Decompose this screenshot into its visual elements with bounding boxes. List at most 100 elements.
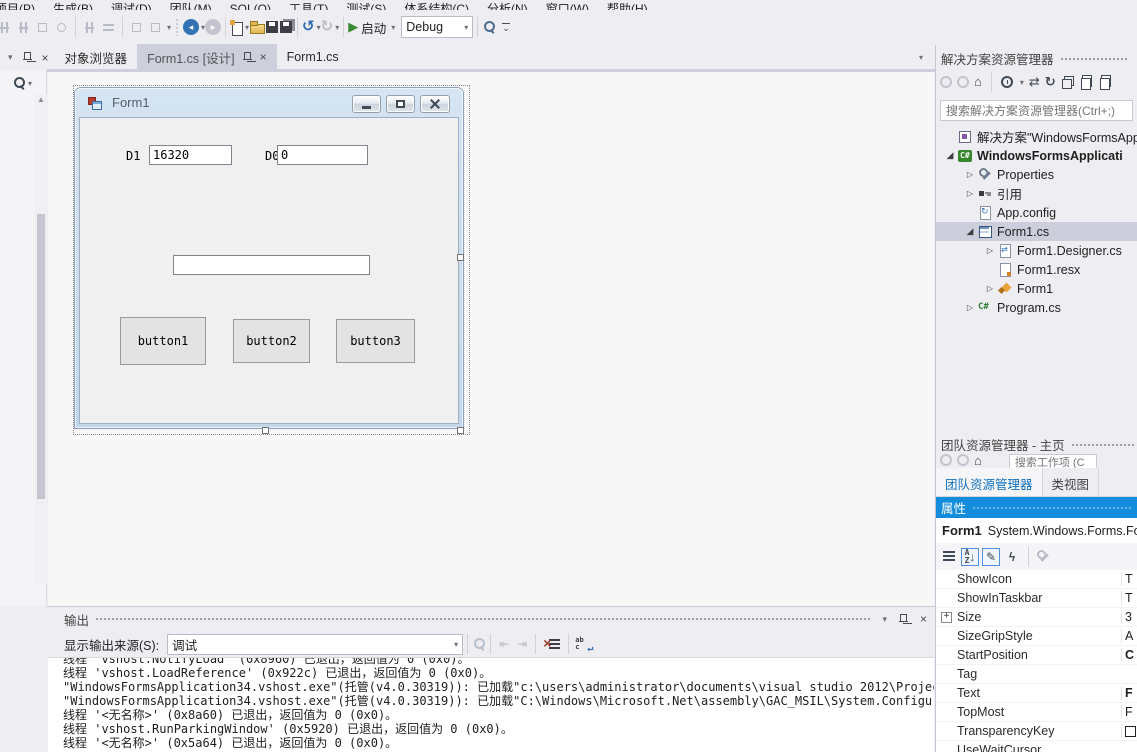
back-icon[interactable]: [940, 454, 952, 466]
properties-icon[interactable]: [1099, 75, 1113, 89]
solution-configuration-combobox[interactable]: Debug ▾: [401, 16, 473, 38]
expanded-arrow-icon[interactable]: ◢: [962, 226, 978, 237]
collapsed-arrow-icon[interactable]: ▷: [962, 189, 978, 198]
solution-explorer-search-input[interactable]: [940, 100, 1133, 121]
menu-item[interactable]: 项目(P): [0, 1, 44, 10]
horizontal-spacing-icon[interactable]: [82, 20, 97, 35]
menu-item[interactable]: SQL(Q): [221, 1, 280, 10]
work-items-search-input[interactable]: [1009, 454, 1097, 468]
categorized-icon[interactable]: [940, 548, 958, 566]
refresh-icon[interactable]: ↻: [1045, 75, 1056, 89]
tree-item[interactable]: ▷Form1.Designer.cs: [936, 241, 1137, 260]
tree-item[interactable]: ◢Form1.cs: [936, 222, 1137, 241]
start-debug-icon[interactable]: ▶: [348, 19, 358, 35]
back-icon[interactable]: [940, 76, 952, 88]
tab-object-browser[interactable]: 对象浏览器: [55, 44, 138, 70]
tab-close-icon[interactable]: ×: [260, 51, 267, 63]
button2[interactable]: button2: [233, 319, 310, 363]
redo-icon[interactable]: ↻: [321, 20, 334, 34]
home-icon[interactable]: ⌂: [974, 75, 982, 89]
pin-icon[interactable]: [23, 51, 32, 64]
toolbar-overflow-icon[interactable]: ⌄: [502, 23, 510, 32]
tree-item[interactable]: ▷Form1: [936, 279, 1137, 298]
collapsed-arrow-icon[interactable]: ▷: [962, 170, 978, 179]
tab-class-view[interactable]: 类视图: [1043, 468, 1100, 496]
tree-item[interactable]: ◢WindowsFormsApplicati: [936, 146, 1137, 165]
button3[interactable]: button3: [336, 319, 415, 363]
previous-message-icon[interactable]: ⇤: [499, 637, 509, 651]
tree-item[interactable]: Form1.resx: [936, 260, 1137, 279]
button1[interactable]: button1: [120, 317, 206, 365]
center-horizontal-icon[interactable]: [16, 20, 31, 35]
textbox-wide[interactable]: [173, 255, 370, 275]
form-designer-surface[interactable]: Form1 D1 D0 button1 button2 button3: [48, 72, 934, 606]
new-file-icon[interactable]: [230, 20, 243, 35]
menu-item[interactable]: 分析(N): [478, 1, 537, 10]
pending-changes-dropdown-icon[interactable]: ▾: [1020, 78, 1024, 87]
property-row[interactable]: Tag: [936, 665, 1137, 684]
tab-team-explorer[interactable]: 团队资源管理器: [936, 468, 1043, 496]
menu-item[interactable]: 团队(M): [161, 1, 221, 10]
form-client-area[interactable]: D1 D0 button1 button2 button3: [79, 117, 459, 424]
home-icon[interactable]: ⌂: [974, 454, 982, 468]
output-text-area[interactable]: 线程 'vshost.NotifyLoad' (0x8960) 已退出，返回值为…: [48, 657, 934, 752]
forward-icon[interactable]: [957, 454, 969, 466]
property-row[interactable]: SizeGripStyleA: [936, 627, 1137, 646]
pin-icon[interactable]: [899, 613, 908, 626]
panel-menu-icon[interactable]: ▾: [8, 52, 13, 63]
properties-object-row[interactable]: Form1 System.Windows.Forms.Fo: [936, 518, 1137, 543]
start-debug-dropdown-icon[interactable]: ▾: [391, 23, 395, 32]
events-icon[interactable]: ϟ: [1003, 548, 1021, 566]
vertical-scrollbar[interactable]: ▲: [35, 94, 47, 584]
next-message-icon[interactable]: ⇥: [517, 637, 527, 651]
property-value[interactable]: [1121, 724, 1137, 738]
tree-item[interactable]: ▷Properties: [936, 165, 1137, 184]
textbox-d0[interactable]: [277, 145, 368, 165]
size-to-fit-icon[interactable]: [35, 20, 50, 35]
expanded-arrow-icon[interactable]: ◢: [942, 150, 958, 161]
designed-form-window[interactable]: Form1 D1 D0 button1 button2 button3: [75, 88, 463, 428]
property-value[interactable]: F: [1121, 686, 1137, 700]
property-row[interactable]: TransparencyKey: [936, 722, 1137, 741]
tree-item[interactable]: ▷引用: [936, 184, 1137, 203]
property-value[interactable]: 3: [1121, 610, 1137, 624]
navigate-forward-icon[interactable]: ▸: [205, 19, 221, 35]
word-wrap-icon[interactable]: abc: [575, 637, 593, 651]
vertical-spacing-icon[interactable]: [101, 20, 116, 35]
collapse-all-icon[interactable]: [1061, 75, 1075, 89]
find-in-files-icon[interactable]: [482, 20, 496, 34]
property-row[interactable]: StartPositionC: [936, 646, 1137, 665]
tree-item[interactable]: App.config: [936, 203, 1137, 222]
redo-dropdown-icon[interactable]: ▾: [335, 23, 339, 32]
property-value[interactable]: F: [1121, 705, 1137, 719]
alphabetical-icon[interactable]: AZ↓: [961, 548, 979, 566]
property-row[interactable]: +Size3: [936, 608, 1137, 627]
resize-handle-corner[interactable]: [457, 427, 464, 434]
close-icon[interactable]: ×: [920, 613, 927, 625]
pending-changes-icon[interactable]: [1001, 76, 1013, 88]
menu-item[interactable]: 生成(B): [44, 1, 102, 10]
undo-icon[interactable]: ↺: [302, 20, 315, 34]
property-value[interactable]: A: [1121, 629, 1137, 643]
forward-icon[interactable]: [957, 76, 969, 88]
menu-item[interactable]: 窗口(W): [537, 1, 598, 10]
sync-with-active-document-icon[interactable]: ⇄: [1029, 75, 1040, 89]
navigate-backward-icon[interactable]: ◂: [183, 19, 199, 35]
tree-item[interactable]: ▷Program.cs: [936, 298, 1137, 317]
minimize-button[interactable]: [352, 95, 381, 113]
menu-item[interactable]: 工具(T): [280, 1, 337, 10]
panel-search-icon[interactable]: ▾: [12, 76, 32, 90]
save-all-icon[interactable]: [279, 20, 293, 34]
toolbar-handle[interactable]: [175, 18, 179, 36]
tab-form1-design[interactable]: Form1.cs [设计] ×: [137, 44, 277, 70]
show-all-files-icon[interactable]: [1080, 75, 1094, 89]
close-icon[interactable]: ×: [42, 52, 49, 64]
tree-item[interactable]: 解决方案"WindowsFormsApp: [936, 127, 1137, 146]
find-message-icon[interactable]: [472, 637, 486, 651]
collapsed-arrow-icon[interactable]: ▷: [982, 284, 998, 293]
save-icon[interactable]: [265, 20, 279, 34]
clear-all-icon[interactable]: [544, 637, 560, 651]
resize-handle-right[interactable]: [457, 254, 464, 261]
resize-handle-bottom[interactable]: [262, 427, 269, 434]
property-row[interactable]: TextF: [936, 684, 1137, 703]
